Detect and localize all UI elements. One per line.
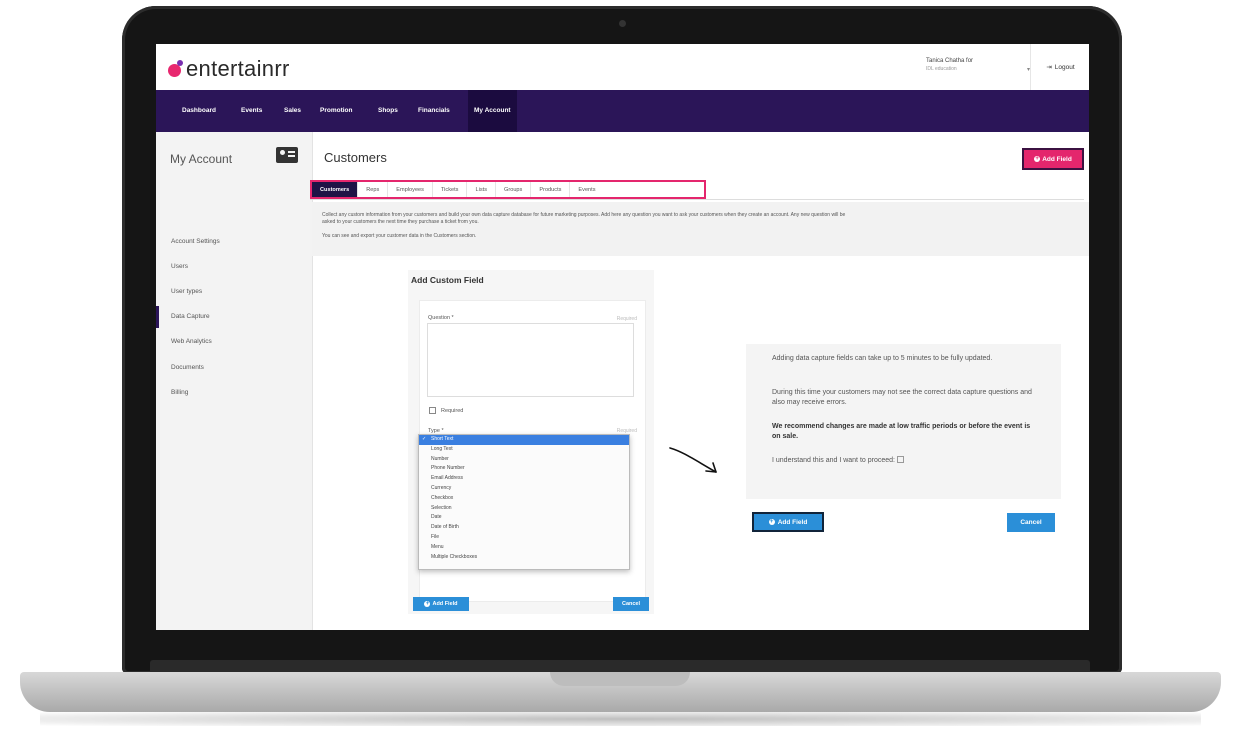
type-option-short-text[interactable]: Short Text [419,435,629,445]
laptop-notch [550,672,690,686]
plus-icon: + [424,601,431,607]
nav-events[interactable]: Events [241,90,262,132]
page-title: Customers [324,150,387,165]
tab-customers[interactable]: Customers [312,182,359,197]
screen: entertainrr Tanica Chatha for IDL educat… [156,44,1089,630]
info-text-2: asked to your customers the next time th… [322,219,479,225]
type-option-checkbox[interactable]: Checkbox [419,494,629,504]
plus-icon: + [1034,156,1041,162]
nav-sales[interactable]: Sales [284,90,301,132]
app-header: entertainrr Tanica Chatha for IDL educat… [156,44,1089,91]
user-name: Tanica Chatha for [926,58,974,64]
confirm-add-field-label: Add Field [777,518,808,526]
contact-card-icon [276,147,298,163]
form-cancel-button[interactable]: Cancel [613,597,649,611]
confirm-add-field-button[interactable]: + Add Field [752,512,824,532]
sidebar-item-web-analytics[interactable]: Web Analytics [171,338,212,345]
sidebar-item-account-settings[interactable]: Account Settings [171,238,220,245]
arrow-right-icon [669,447,717,473]
warning-text-1: Adding data capture fields can take up t… [772,355,993,362]
question-label: Question * [428,315,454,321]
laptop-base [20,672,1221,712]
required-checkbox[interactable] [429,407,436,414]
form-add-field-label: Add Field [432,601,458,607]
type-option-selection[interactable]: Selection [419,504,629,514]
warning-panel: Adding data capture fields can take up t… [746,344,1061,499]
logo-icon [168,60,184,78]
sidebar: My Account Account Settings Users User t… [156,132,313,630]
plus-icon: + [768,519,775,525]
warning-text-3: We recommend changes are made at low tra… [772,423,1031,440]
type-option-currency[interactable]: Currency [419,484,629,494]
nav-promotion[interactable]: Promotion [320,90,353,132]
sidebar-item-documents[interactable]: Documents [171,364,204,371]
question-required-hint: Required [616,316,637,322]
tab-employees[interactable]: Employees [388,182,433,197]
type-option-menu[interactable]: Menu [419,543,629,553]
type-option-multiple-checkboxes[interactable]: Multiple Checkboxes [419,553,629,563]
type-option-file[interactable]: File [419,533,629,543]
tabs-divider [310,199,1084,200]
sidebar-active-indicator [156,306,159,328]
brand-name: entertainrr [186,56,290,81]
laptop-shadow [40,712,1201,726]
warning-text-2: During this time your customers may not … [772,389,1032,406]
nav-financials[interactable]: Financials [418,90,450,132]
logout-icon: ⇥ [1046,64,1052,71]
proceed-checkbox[interactable] [896,456,904,463]
type-dropdown-list[interactable]: Short Text Long Text Number Phone Number… [418,434,630,570]
sidebar-item-billing[interactable]: Billing [171,389,188,396]
form-body: Question * Required Required Type * Requ… [418,300,646,602]
tab-reps[interactable]: Reps [358,182,389,197]
type-option-email-address[interactable]: Email Address [419,474,629,484]
main-nav: Dashboard Events Sales Promotion Shops F… [156,90,1089,132]
camera-dot [619,20,626,27]
account-selector[interactable]: Tanica Chatha for IDL education ▾ [926,58,1030,80]
question-textarea[interactable] [427,323,634,397]
sidebar-item-data-capture[interactable]: Data Capture [171,313,210,320]
sidebar-title: My Account [170,152,233,166]
type-option-date[interactable]: Date [419,513,629,523]
nav-shops[interactable]: Shops [378,90,398,132]
user-organisation: IDL education [926,66,957,72]
form-title: Add Custom Field [411,275,484,285]
proceed-label: I understand this and I want to proceed: [772,457,895,464]
form-add-field-button[interactable]: + Add Field [413,597,469,611]
logout-button[interactable]: ⇥ Logout [1030,44,1089,90]
sidebar-item-user-types[interactable]: User types [171,288,202,295]
confirm-cancel-button[interactable]: Cancel [1007,513,1055,532]
nav-my-account[interactable]: My Account [468,90,517,132]
type-option-number[interactable]: Number [419,455,629,465]
add-field-label: Add Field [1042,155,1072,163]
tab-products[interactable]: Products [531,182,571,197]
info-text-1: Collect any custom information from your… [322,212,846,218]
info-panel: Collect any custom information from your… [312,202,1089,256]
logout-label: Logout [1054,63,1075,71]
type-option-long-text[interactable]: Long Text [419,445,629,455]
type-option-phone-number[interactable]: Phone Number [419,464,629,474]
required-checkbox-label: Required [441,408,464,414]
sidebar-item-users[interactable]: Users [171,263,188,270]
tab-groups[interactable]: Groups [496,182,532,197]
proceed-row: I understand this and I want to proceed: [772,456,1032,466]
tab-tickets[interactable]: Tickets [433,182,468,197]
info-text-3: You can see and export your customer dat… [322,233,477,239]
nav-dashboard[interactable]: Dashboard [182,90,216,132]
add-field-button[interactable]: + Add Field [1022,148,1084,170]
brand-logo[interactable]: entertainrr [168,56,290,82]
add-custom-field-form: Add Custom Field Question * Required Req… [408,270,654,614]
type-option-date-of-birth[interactable]: Date of Birth [419,523,629,533]
tab-lists[interactable]: Lists [467,182,496,197]
tabs: Customers Reps Employees Tickets Lists G… [310,180,706,199]
tab-events[interactable]: Events [570,182,603,197]
